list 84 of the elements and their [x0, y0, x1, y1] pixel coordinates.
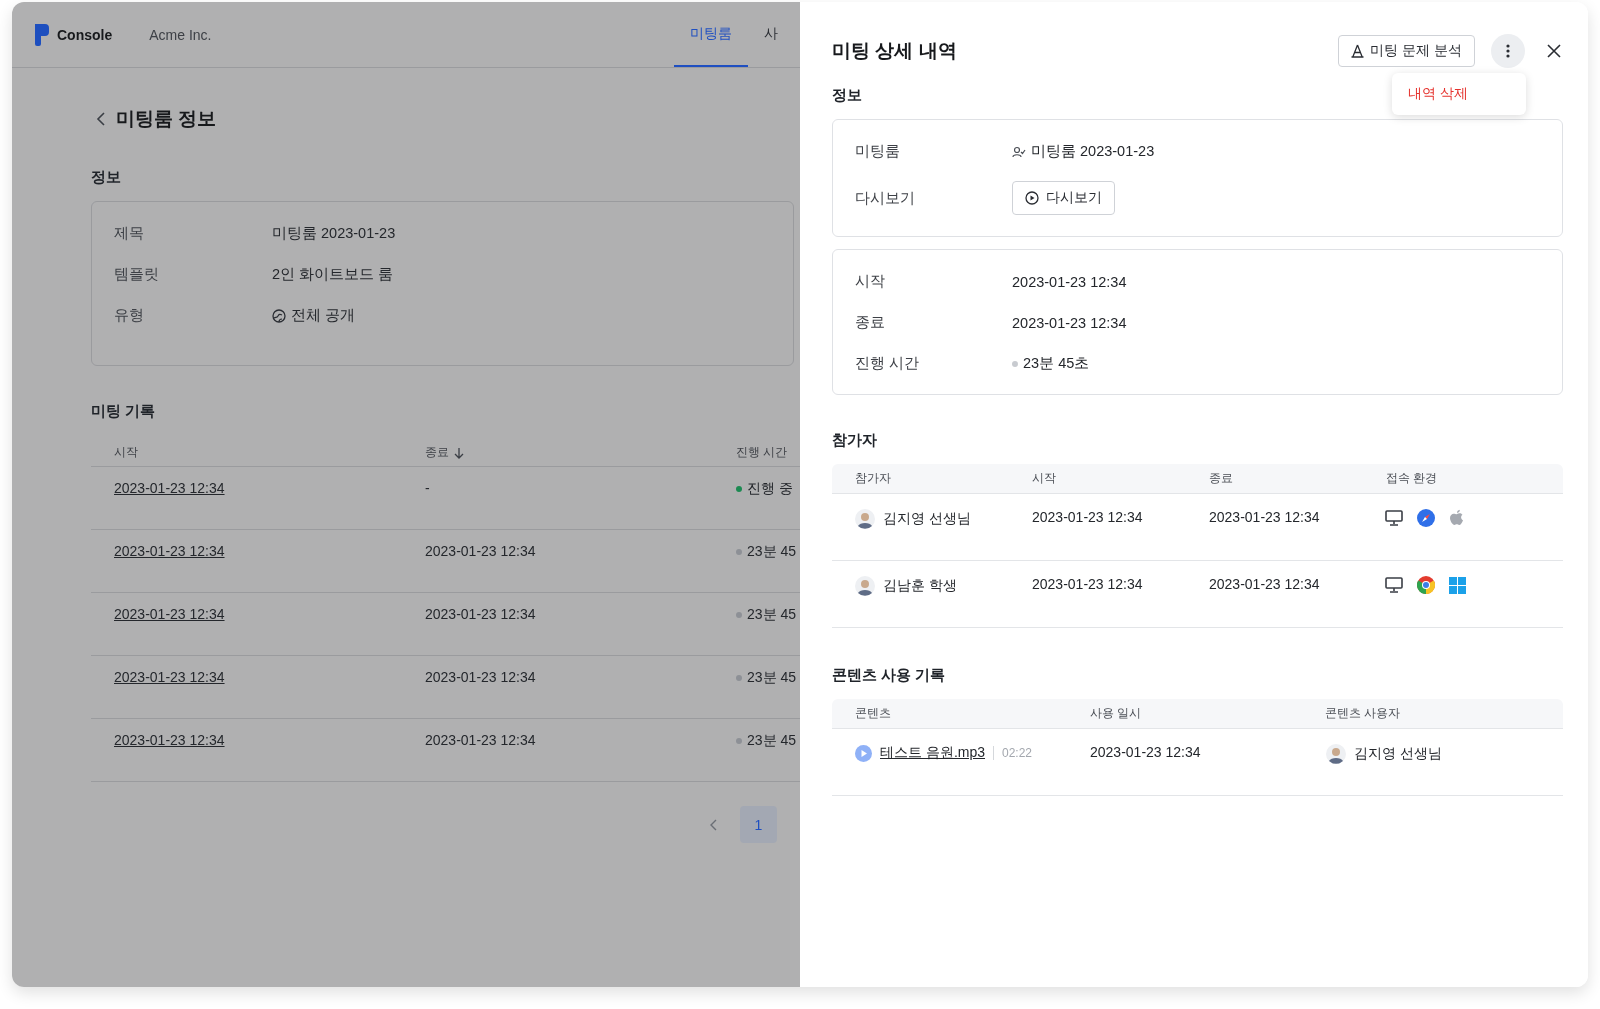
menu-item[interactable]: 내역 삭제	[1398, 79, 1520, 109]
status-dot	[1012, 360, 1018, 367]
table-cell: 2023-01-23 12:34	[1032, 509, 1143, 525]
participant-name: 김지영 선생님	[883, 510, 971, 528]
table-cell: 2023-01-23 12:34	[425, 669, 536, 685]
four-squares-icon	[1449, 576, 1466, 594]
column-header[interactable]: 종료	[425, 444, 449, 461]
start-time-link[interactable]: 2023-01-23 12:34	[114, 732, 225, 748]
table-cell: 23분 45	[747, 543, 797, 561]
section-title: 정보	[832, 86, 862, 105]
column-header: 콘텐츠	[855, 705, 891, 722]
close-icon	[1547, 44, 1561, 58]
organization-name: Acme Inc.	[149, 26, 212, 43]
column-header: 콘텐츠 사용자	[1325, 705, 1401, 722]
brand-name: Console	[57, 26, 113, 43]
table-cell: 23분 45	[747, 669, 797, 687]
field-label: 미팅룸	[855, 142, 901, 161]
page-title: 미팅룸 정보	[116, 107, 217, 131]
participant-name: 김남훈 학생	[883, 577, 957, 595]
column-header: 시작	[1032, 470, 1056, 487]
field-label: 진행 시간	[855, 354, 921, 373]
table-cell: -	[425, 480, 430, 496]
field-label: 제목	[114, 224, 145, 243]
sort-arrow-icon[interactable]	[454, 446, 464, 459]
table-cell: 2023-01-23 12:34	[1209, 576, 1320, 592]
logo-icon	[35, 23, 49, 46]
table-cell: 2023-01-23 12:34	[1209, 509, 1320, 525]
close-button[interactable]	[1545, 42, 1563, 60]
avatar	[855, 576, 875, 596]
start-time-link[interactable]: 2023-01-23 12:34	[114, 669, 225, 685]
column-header: 참가자	[855, 470, 891, 487]
user-name: 김지영 선생님	[1354, 745, 1442, 763]
field-label: 유형	[114, 306, 145, 325]
section-title: 참가자	[832, 431, 877, 450]
column-header: 진행 시간	[736, 444, 788, 461]
table-cell: 2023-01-23 12:34	[1090, 744, 1201, 760]
person-check-icon	[1012, 145, 1026, 158]
content-link[interactable]: 테스트 음원.mp3	[880, 744, 985, 762]
play-circle-icon	[1025, 191, 1039, 205]
field-label: 종료	[855, 313, 886, 332]
back-icon[interactable]	[96, 112, 106, 126]
monitor-icon	[1385, 510, 1403, 526]
section-title: 콘텐츠 사용 기록	[832, 666, 946, 685]
globe-icon	[272, 308, 286, 323]
table-cell: 진행 중	[747, 480, 793, 498]
table-cell: 2023-01-23 12:34	[425, 606, 536, 622]
field-value: 2인 화이트보드 룸	[272, 265, 394, 284]
field-value: 전체 공개	[291, 306, 356, 325]
tricolor-circle-icon	[1417, 576, 1435, 594]
column-header: 접속 환경	[1386, 470, 1438, 487]
section-title: 미팅 기록	[91, 402, 157, 421]
field-label: 템플릿	[114, 265, 160, 284]
content-length: 02:22	[993, 746, 1033, 760]
analyze-button[interactable]: 미팅 문제 분석	[1338, 35, 1475, 67]
more-button[interactable]	[1491, 34, 1525, 68]
avatar	[855, 509, 875, 529]
table-cell: 2023-01-23 12:34	[425, 543, 536, 559]
column-header: 시작	[114, 444, 138, 461]
more-icon	[1506, 44, 1510, 58]
column-header: 종료	[1209, 470, 1233, 487]
table-cell: 23분 45	[747, 606, 797, 624]
column-header: 사용 일시	[1090, 705, 1142, 722]
nav-tab[interactable]: 사	[748, 2, 794, 67]
table-cell: 2023-01-23 12:34	[425, 732, 536, 748]
start-time-link[interactable]: 2023-01-23 12:34	[114, 480, 225, 496]
replay-button[interactable]: 다시보기	[1012, 181, 1115, 215]
avatar	[1326, 744, 1346, 764]
field-label: 다시보기	[855, 188, 916, 208]
field-value: 23분 45초	[1023, 354, 1090, 373]
compass-icon	[1417, 509, 1435, 527]
field-value: 2023-01-23 12:34	[1012, 273, 1127, 290]
drawer-title: 미팅 상세 내역	[832, 39, 957, 63]
monitor-icon	[1385, 577, 1403, 593]
start-time-link[interactable]: 2023-01-23 12:34	[114, 543, 225, 559]
table-cell: 23분 45	[747, 732, 797, 750]
apple-icon	[1449, 509, 1465, 527]
section-title: 정보	[91, 168, 122, 187]
field-value: 미팅룸 2023-01-23	[1031, 142, 1155, 161]
field-value: 미팅룸 2023-01-23	[272, 224, 396, 243]
cone-icon	[1351, 44, 1365, 58]
field-value: 2023-01-23 12:34	[1012, 314, 1127, 331]
start-time-link[interactable]: 2023-01-23 12:34	[114, 606, 225, 622]
field-label: 시작	[855, 272, 886, 291]
table-cell: 2023-01-23 12:34	[1032, 576, 1143, 592]
